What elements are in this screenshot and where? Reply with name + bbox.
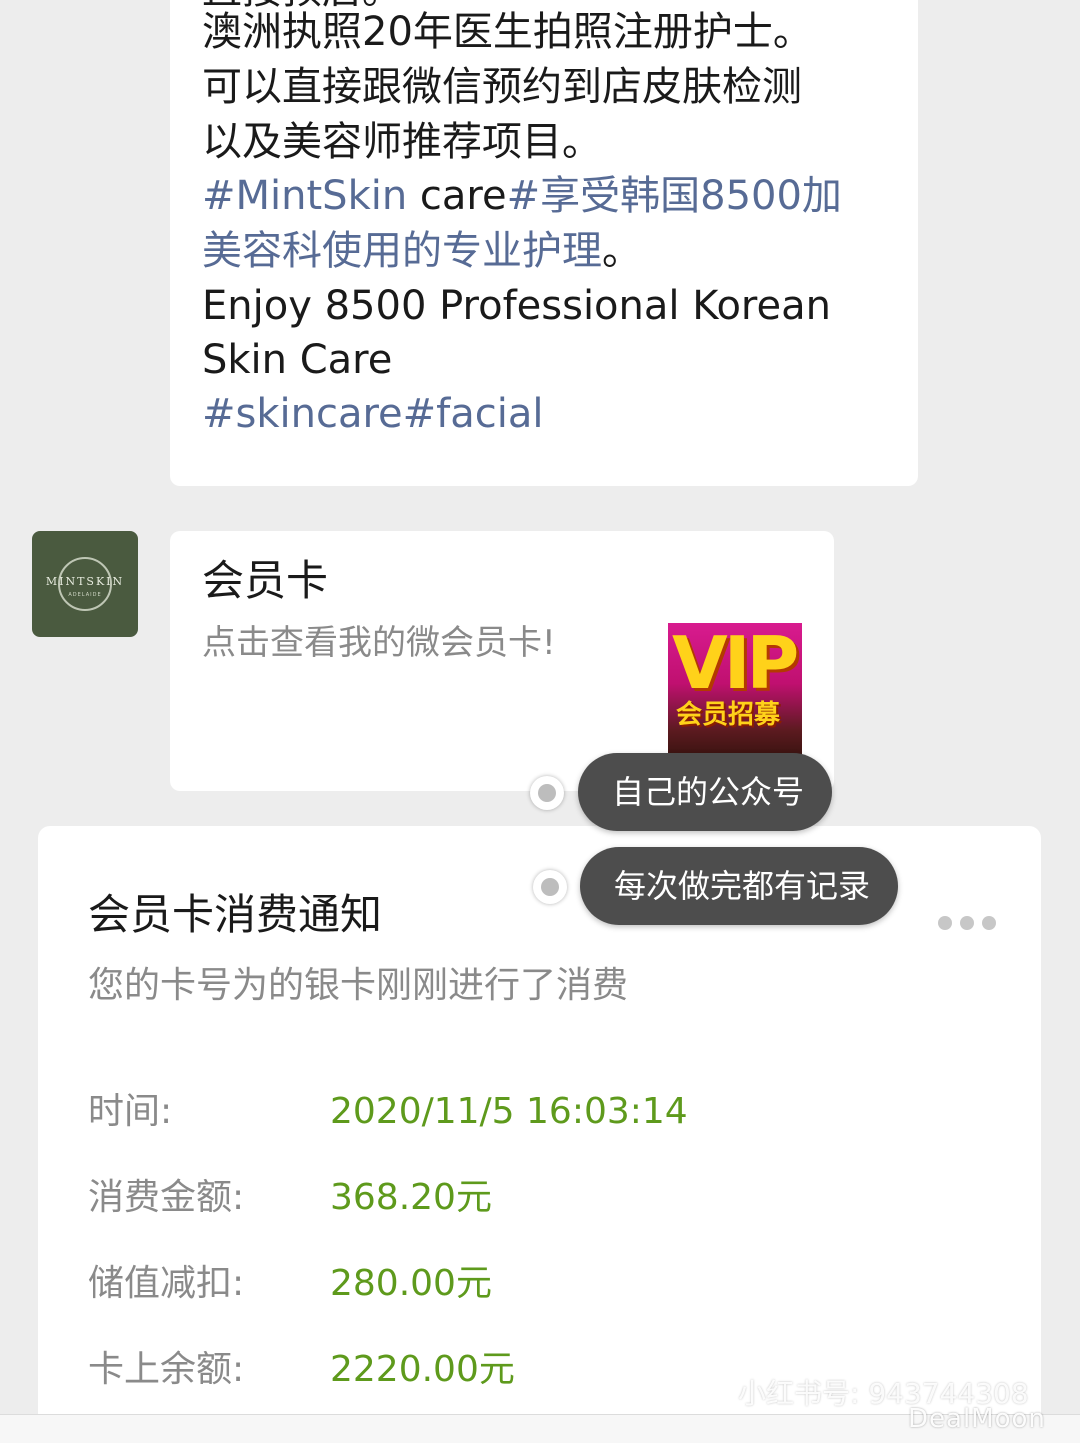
hashtag-link[interactable]: #享受韩国8500加 bbox=[507, 173, 842, 219]
row-label: 消费金额: bbox=[88, 1177, 245, 1218]
message-line: 以及美容师推荐项目。 bbox=[202, 119, 602, 165]
logo-text: MINTSKIN bbox=[45, 575, 125, 588]
row-value: 280.00元 bbox=[330, 1263, 492, 1304]
member-card-description: 点击查看我的微会员卡! bbox=[202, 623, 556, 663]
text-message-bubble[interactable]: 直接预店。 澳洲执照20年医生拍照注册护士。 可以直接跟微信预约到店皮肤检测 以… bbox=[170, 0, 918, 486]
row-label: 卡上余额: bbox=[88, 1349, 245, 1390]
hashtag-link[interactable]: #MintSkin bbox=[202, 173, 407, 219]
hashtag-line: #MintSkin care#享受韩国8500加 bbox=[202, 168, 842, 224]
avatar[interactable]: MINTSKIN ADELAIDE bbox=[32, 531, 138, 637]
english-line: Enjoy 8500 Professional Korean bbox=[202, 283, 831, 329]
notice-title: 会员卡消费通知 bbox=[88, 890, 383, 939]
vip-thumbnail: VIP 会员招募 bbox=[668, 623, 802, 757]
vip-caption: 会员招募 bbox=[676, 700, 781, 730]
row-value: 368.20元 bbox=[330, 1177, 492, 1218]
row-value: 2220.00元 bbox=[330, 1349, 515, 1390]
hashtag-link[interactable]: #skincare#facial bbox=[202, 386, 544, 442]
message-line: 可以直接跟微信预约到店皮肤检测 bbox=[202, 64, 802, 110]
xiaohongshu-watermark-badge: 小红书 bbox=[915, 1306, 1035, 1360]
annotation-dot bbox=[530, 776, 564, 810]
message-line: 澳洲执照20年医生拍照注册护士。 bbox=[202, 9, 813, 55]
annotation-label: 自己的公众号 bbox=[578, 753, 832, 831]
row-label: 储值减扣: bbox=[88, 1263, 245, 1304]
logo-subtext: ADELAIDE bbox=[68, 592, 102, 598]
row-label: 时间: bbox=[88, 1091, 173, 1132]
annotation-dot bbox=[533, 870, 567, 904]
member-card-title: 会员卡 bbox=[202, 556, 329, 605]
row-value: 2020/11/5 16:03:14 bbox=[330, 1091, 688, 1132]
english-line: Skin Care bbox=[202, 337, 393, 383]
notice-subtitle: 您的卡号为的银卡刚刚进行了消费 bbox=[88, 965, 629, 1006]
annotation-label: 每次做完都有记录 bbox=[580, 847, 898, 925]
message-text: care bbox=[407, 173, 507, 219]
more-horizontal-icon[interactable] bbox=[938, 916, 998, 930]
hashtag-link[interactable]: 美容科使用的专业护理 bbox=[202, 228, 602, 274]
vip-word: VIP bbox=[672, 623, 799, 705]
message-text: 。 bbox=[602, 228, 642, 274]
dealmoon-watermark: DealMoon bbox=[908, 1404, 1046, 1434]
member-card-message[interactable]: 会员卡 点击查看我的微会员卡! VIP 会员招募 bbox=[170, 531, 834, 791]
hashtag-line: 美容科使用的专业护理。 bbox=[202, 223, 642, 279]
consumption-notice-card[interactable]: 会员卡消费通知 您的卡号为的银卡刚刚进行了消费 时间: 2020/11/5 16… bbox=[38, 826, 1041, 1426]
